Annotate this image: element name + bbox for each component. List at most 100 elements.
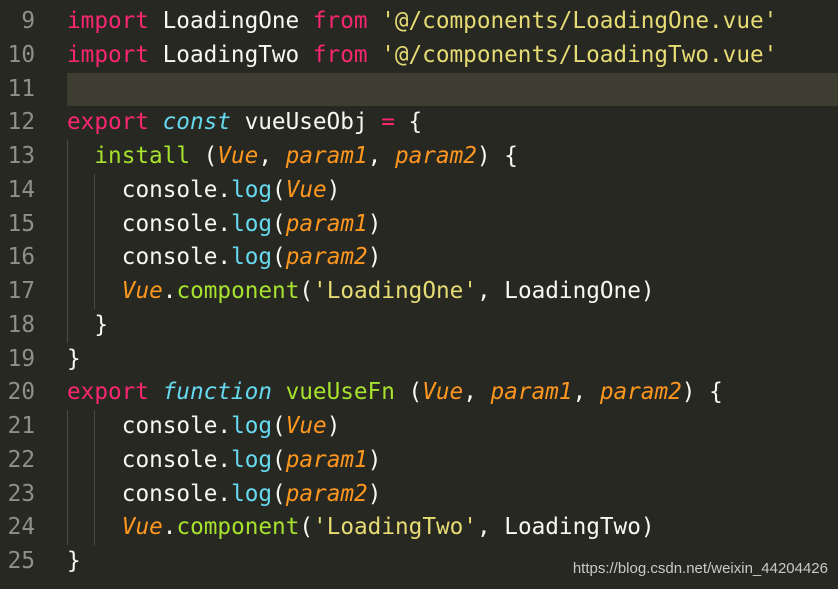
code-token: ( (272, 176, 286, 203)
indent-guide (94, 207, 121, 242)
code-line[interactable]: 12 export const vueUseObj = { (0, 106, 838, 140)
code-token: param1 (490, 379, 573, 406)
code-token: component (176, 278, 300, 304)
line-number: 23 (7, 480, 35, 507)
code-token: log (231, 210, 273, 237)
line-code: console.log(Vue) (67, 173, 838, 208)
code-line[interactable]: 13 install (Vue, param1, param2) { (0, 140, 838, 174)
line-number: 16 (7, 244, 35, 271)
code-token: } (67, 345, 81, 372)
code-token: param2 (285, 244, 368, 271)
code-token: , (258, 143, 286, 169)
code-token: log (231, 413, 273, 439)
code-token: param2 (394, 143, 477, 169)
indent-guide (67, 511, 94, 545)
line-code: } (67, 343, 838, 377)
code-line[interactable]: 21 console.log(Vue) (0, 410, 838, 444)
line-number: 22 (7, 446, 35, 473)
code-token: console. (121, 446, 232, 473)
code-token: from (312, 41, 368, 68)
code-token: ) (326, 413, 341, 439)
code-token: export (67, 379, 149, 406)
code-editor[interactable]: 9 import LoadingOne from '@/components/Lo… (0, 5, 838, 579)
line-number: 19 (7, 345, 35, 372)
code-token: log (231, 480, 273, 507)
code-token: ( (394, 379, 423, 406)
code-token: } (67, 548, 81, 574)
code-token: console. (121, 176, 232, 203)
code-token: ( (299, 278, 314, 304)
code-token: import (67, 41, 149, 68)
code-token: ) { (681, 379, 723, 406)
code-token: . (162, 514, 177, 541)
code-line[interactable]: 9 import LoadingOne from '@/components/Lo… (0, 5, 838, 39)
code-line[interactable]: 22 console.log(param1) (0, 443, 838, 478)
line-code: import LoadingTwo from '@/components/Loa… (67, 39, 838, 73)
code-token: import (67, 8, 149, 34)
code-token: vueUseFn (285, 379, 395, 406)
code-token: ) (367, 210, 382, 237)
code-line[interactable]: 10 import LoadingTwo from '@/components/L… (0, 39, 838, 73)
line-number: 11 (7, 75, 35, 102)
code-token: ) (367, 244, 382, 271)
code-token: console. (121, 244, 232, 271)
line-number: 25 (7, 548, 35, 574)
code-line[interactable]: 19} (0, 343, 838, 377)
code-token: ) (326, 176, 341, 203)
code-token: Vue (121, 278, 163, 304)
line-number: 14 (7, 176, 35, 203)
line-number: 17 (7, 278, 35, 304)
watermark: https://blog.csdn.net/weixin_44204426 (572, 560, 828, 577)
code-line[interactable]: 20 export function vueUseFn (Vue, param1,… (0, 376, 838, 410)
line-code: export function vueUseFn (Vue, param1, p… (67, 376, 838, 410)
code-token: , LoadingTwo) (476, 514, 655, 541)
code-line[interactable]: 15 console.log(param1) (0, 207, 838, 242)
indent-guide (67, 443, 94, 478)
line-number: 24 (7, 514, 35, 541)
indent-guide (67, 173, 94, 208)
code-token: ( (272, 446, 286, 473)
indent-guide (94, 241, 121, 275)
code-line[interactable]: 16 console.log(param2) (0, 241, 838, 275)
code-token: Vue (422, 379, 464, 406)
line-code: console.log(param2) (67, 477, 838, 512)
code-token: 'LoadingTwo' (313, 514, 477, 541)
code-line[interactable]: 18} (0, 308, 838, 343)
code-token: param2 (599, 379, 682, 406)
code-token: ( (272, 480, 286, 507)
code-token: , (572, 379, 600, 406)
line-code: console.log(param2) (67, 241, 838, 275)
indent-guide (67, 477, 94, 512)
code-token: , LoadingOne) (476, 278, 655, 304)
code-token: log (231, 176, 273, 203)
code-token: ( (272, 244, 286, 271)
line-number: 21 (7, 413, 35, 439)
code-token: log (231, 244, 273, 271)
indent-guide (67, 241, 94, 275)
code-token: param1 (285, 143, 368, 169)
code-token: Vue (121, 514, 163, 541)
line-number: 10 (7, 41, 35, 68)
line-code: } (67, 308, 838, 343)
code-token: ( (299, 514, 314, 541)
code-line[interactable]: 24 Vue.component('LoadingTwo', LoadingTwo… (0, 511, 838, 545)
code-token: . (162, 278, 177, 304)
code-token: component (176, 514, 300, 541)
indent-guide (94, 275, 121, 309)
line-number: 15 (7, 210, 35, 237)
code-token: , (463, 379, 491, 406)
code-token: ( (272, 210, 286, 237)
indent-guide (67, 140, 94, 174)
line-number: 20 (7, 379, 35, 406)
indent-guide (94, 477, 121, 512)
code-token: '@/components/LoadingOne.vue' (381, 8, 778, 34)
line-number: 13 (7, 143, 35, 169)
code-line[interactable]: 14 console.log(Vue) (0, 173, 838, 208)
code-token: const (162, 109, 231, 136)
code-line[interactable]: 17 Vue.component('LoadingOne', LoadingOne… (0, 275, 838, 309)
code-line[interactable]: 23 console.log(param2) (0, 477, 838, 512)
code-line[interactable]: 11 (0, 72, 838, 107)
